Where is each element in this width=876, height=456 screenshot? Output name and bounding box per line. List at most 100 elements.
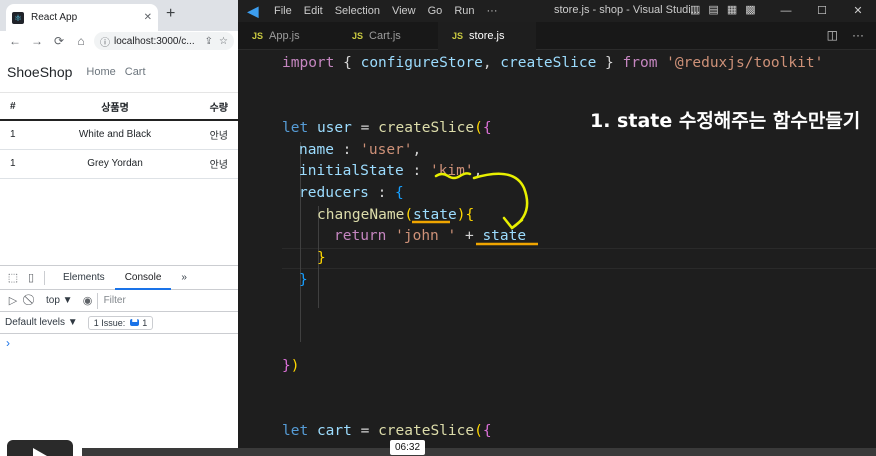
url-text: localhost:3000/c... <box>114 35 195 47</box>
customize-layout-icon[interactable]: ▩ <box>745 3 755 16</box>
close-window-button[interactable]: ✕ <box>840 0 876 22</box>
maximize-button[interactable]: ☐ <box>804 0 840 22</box>
close-icon[interactable]: ✕ <box>144 12 152 23</box>
tab-label: Cart.js <box>369 30 401 42</box>
menu-selection[interactable]: Selection <box>335 5 380 17</box>
table-cell: 안녕 <box>198 149 238 179</box>
browser-tab[interactable]: ⚛ React App ✕ <box>6 4 158 31</box>
play-button[interactable] <box>7 440 73 456</box>
toggle-sidebar-icon[interactable]: ▥ <box>690 3 700 16</box>
app-navbar: ShoeShop Home Cart <box>0 51 238 93</box>
annotation-arrow <box>472 172 529 230</box>
video-timestamp: 06:32 <box>390 440 426 455</box>
javascript-file-icon: JS <box>452 31 464 41</box>
code-line-4: initialState : 'kim', <box>299 163 483 179</box>
info-icon[interactable]: ⓘ <box>100 34 110 49</box>
browser-tabstrip: ⚛ React App ✕ + <box>0 0 238 31</box>
title-bar: ◀ File Edit Selection View Go Run ··· st… <box>238 0 876 22</box>
table-cell: Grey Yordan <box>32 149 198 179</box>
code-line-9: } <box>299 272 308 288</box>
javascript-file-icon: JS <box>352 31 364 41</box>
divider <box>44 270 45 285</box>
code-line-10: }) <box>282 358 300 374</box>
table-header-row: # 상품명 수량 <box>0 93 238 121</box>
more-tabs-icon[interactable]: » <box>171 266 197 290</box>
tab-cart-js[interactable]: JS Cart.js <box>338 22 434 50</box>
new-tab-button[interactable]: + <box>166 5 175 23</box>
editor-actions: ◫ ··· <box>827 28 864 42</box>
menu-more[interactable]: ··· <box>487 5 498 17</box>
tab-label: store.js <box>469 30 505 42</box>
context-select[interactable]: top ▼ <box>46 295 73 306</box>
table-row: 1 Grey Yordan 안녕 <box>0 149 238 179</box>
tab-app-js[interactable]: JS App.js <box>238 22 334 50</box>
react-icon: ⚛ <box>12 11 24 24</box>
issues-count: 1 <box>142 317 148 328</box>
menu-view[interactable]: View <box>392 5 416 17</box>
code-line-2: let user = createSlice({ <box>282 120 492 136</box>
back-icon[interactable]: ← <box>4 34 26 48</box>
reload-icon[interactable]: ⟳ <box>48 34 70 48</box>
address-bar[interactable]: ⓘ localhost:3000/c... ⇪ ☆ <box>94 32 234 50</box>
issues-button[interactable]: 1 Issue: ▀ 1 <box>87 315 154 330</box>
code-line-3: name : 'user', <box>299 142 422 158</box>
console-toolbar: ▷ ⃠ top ▼ ◉ Filter <box>0 290 238 312</box>
forward-icon[interactable]: → <box>26 34 48 48</box>
code-line-8: } <box>317 250 326 266</box>
toggle-panel-icon[interactable]: ▤ <box>708 3 718 16</box>
log-levels-select[interactable]: Default levels ▼ <box>5 317 78 328</box>
menu-file[interactable]: File <box>274 5 292 17</box>
star-icon[interactable]: ☆ <box>219 36 228 47</box>
menu-edit[interactable]: Edit <box>304 5 323 17</box>
vscode-window: ◀ File Edit Selection View Go Run ··· st… <box>238 0 876 456</box>
home-icon[interactable]: ⌂ <box>70 34 92 48</box>
window-title: store.js - shop - Visual Studi... <box>554 4 700 16</box>
minimize-button[interactable]: — <box>768 0 804 22</box>
code-line-11: let cart = createSlice({ <box>282 423 492 439</box>
vscode-logo-icon: ◀ <box>247 2 259 19</box>
table-cell: White and Black <box>32 120 198 150</box>
tab-elements[interactable]: Elements <box>53 266 115 290</box>
table-row: 1 White and Black 안녕 <box>0 120 238 150</box>
code-line-6: changeName(state){ <box>317 207 475 223</box>
column-header-quantity: 수량 <box>198 93 238 121</box>
brand-link[interactable]: ShoeShop <box>7 64 72 80</box>
layout-controls: ▥ ▤ ▦ ▩ <box>690 3 756 16</box>
editor-tabbar: JS App.js JS Cart.js JS store.js ◫ ··· <box>238 22 876 50</box>
sidebar-toggle-icon[interactable]: ▷ <box>4 294 22 307</box>
tab-console[interactable]: Console <box>114 266 172 290</box>
table-cell: 1 <box>0 149 32 179</box>
window-controls: — ☐ ✕ <box>768 0 876 22</box>
console-prompt[interactable]: › <box>0 334 238 352</box>
code-line-5: reducers : { <box>299 185 404 201</box>
tab-label: App.js <box>269 30 300 42</box>
current-line-highlight <box>282 248 876 269</box>
clear-console-icon[interactable]: ⃠ <box>22 294 40 307</box>
nav-link-home[interactable]: Home <box>86 66 115 78</box>
code-line-1: import { configureStore, createSlice } f… <box>282 55 824 71</box>
console-filter-input[interactable]: Filter <box>96 292 238 309</box>
code-line-7: return 'john ' + state <box>334 228 527 244</box>
toggle-secondary-sidebar-icon[interactable]: ▦ <box>727 3 737 16</box>
eye-icon[interactable]: ◉ <box>79 294 97 307</box>
menu-go[interactable]: Go <box>428 5 443 17</box>
browser-toolbar: ← → ⟳ ⌂ ⓘ localhost:3000/c... ⇪ ☆ <box>0 31 238 51</box>
devtools-tabbar: ⬚ ▯ Elements Console » <box>0 266 238 290</box>
share-icon[interactable]: ⇪ <box>205 36 213 47</box>
nav-link-cart[interactable]: Cart <box>125 66 146 78</box>
issues-label: 1 Issue: <box>93 317 126 328</box>
javascript-file-icon: JS <box>252 31 264 41</box>
message-icon: ▀ <box>130 319 140 326</box>
device-toggle-icon[interactable]: ▯ <box>22 271 40 284</box>
tutorial-caption: 1. state 수정해주는 함수만들기 <box>590 110 861 132</box>
seek-bar[interactable] <box>82 448 876 456</box>
table-cell: 1 <box>0 120 32 150</box>
column-header-product: 상품명 <box>32 93 198 121</box>
tab-store-js[interactable]: JS store.js <box>438 22 536 50</box>
inspect-icon[interactable]: ⬚ <box>4 271 22 284</box>
cart-table: # 상품명 수량 1 White and Black 안녕 1 Grey Yor… <box>0 93 238 179</box>
split-editor-icon[interactable]: ◫ <box>827 28 838 42</box>
menu-run[interactable]: Run <box>454 5 474 17</box>
more-actions-icon[interactable]: ··· <box>852 28 864 42</box>
screen: ⚛ React App ✕ + ← → ⟳ ⌂ ⓘ localhost:3000… <box>0 0 876 456</box>
